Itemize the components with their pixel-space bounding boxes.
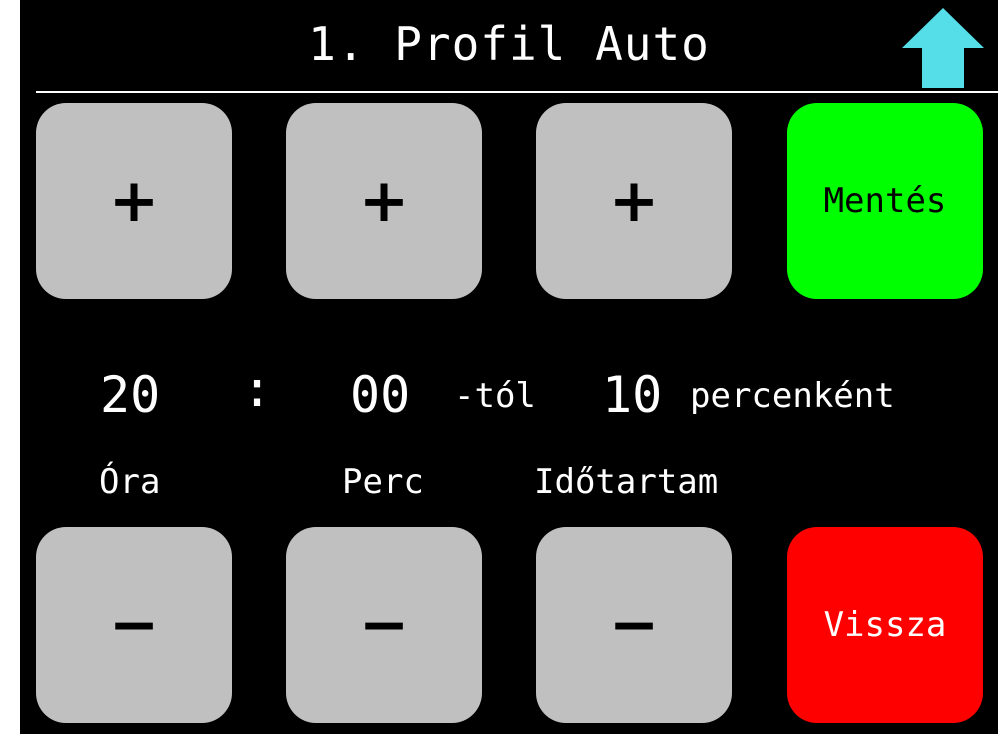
duration-label: Időtartam — [534, 462, 719, 502]
hour-value: 20 — [100, 366, 161, 424]
back-button[interactable]: Vissza — [787, 527, 983, 723]
minute-label: Perc — [342, 462, 424, 502]
header-divider — [36, 91, 998, 93]
hour-label: Óra — [99, 462, 161, 502]
home-button[interactable] — [900, 6, 986, 90]
minus-icon: − — [608, 590, 660, 660]
plus-icon: + — [358, 166, 410, 236]
interval-suffix: percenként — [690, 376, 895, 416]
plus-icon: + — [608, 166, 660, 236]
plus-icon: + — [108, 166, 160, 236]
minute-value: 00 — [350, 366, 411, 424]
page-title: 1. Profil Auto — [308, 17, 710, 71]
minus-icon: − — [108, 590, 160, 660]
up-arrow-icon — [902, 8, 984, 88]
interval-value: 10 — [602, 366, 663, 424]
minute-increment-button[interactable]: + — [286, 103, 482, 299]
from-suffix: -tól — [454, 376, 536, 416]
screen: 1. Profil Auto + + + Mentés 20 : 00 -tól… — [20, 0, 998, 734]
duration-increment-button[interactable]: + — [536, 103, 732, 299]
minus-icon: − — [358, 590, 410, 660]
minute-decrement-button[interactable]: − — [286, 527, 482, 723]
save-button[interactable]: Mentés — [787, 103, 983, 299]
duration-decrement-button[interactable]: − — [536, 527, 732, 723]
time-separator: : — [242, 360, 273, 418]
hour-increment-button[interactable]: + — [36, 103, 232, 299]
hour-decrement-button[interactable]: − — [36, 527, 232, 723]
